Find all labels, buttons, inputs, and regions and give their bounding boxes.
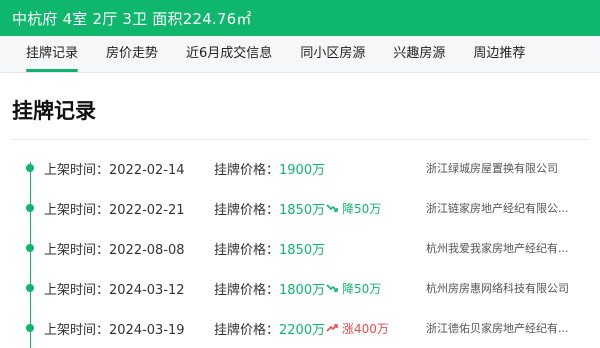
tab-nearby-recommend[interactable]: 周边推荐 <box>461 42 537 72</box>
listing-price-label: 挂牌价格： <box>214 242 280 258</box>
agency-name: 浙江绿城房屋置换有限公司 <box>426 162 558 175</box>
tab-same-community[interactable]: 同小区房源 <box>288 42 377 72</box>
listing-price: 2200万 <box>279 322 326 338</box>
listed-time-label: 上架时间： <box>44 282 110 298</box>
listing-price: 1900万 <box>279 162 326 178</box>
timeline-dot <box>26 244 34 252</box>
price-change: 降50万 <box>326 280 381 297</box>
price-change-text: 降50万 <box>342 281 382 296</box>
agency-name: 浙江德佑贝家房地产经纪有... <box>426 322 569 335</box>
listed-date: 2024-03-19 <box>109 322 185 338</box>
price-change: 涨400万 <box>326 320 389 337</box>
price-change-text: 涨400万 <box>342 321 389 336</box>
timeline-dot <box>26 324 34 332</box>
listing-price-label: 挂牌价格： <box>214 282 280 298</box>
agency-name: 浙江链家房地产经纪有限公... <box>426 202 569 215</box>
trend-down-icon <box>326 284 338 292</box>
trend-down-icon <box>326 204 338 212</box>
listed-time-label: 上架时间： <box>44 162 110 178</box>
listing-record-row: 上架时间：2024-03-19 挂牌价格：2200万 涨400万 浙江德佑贝家房… <box>10 308 590 348</box>
tab-recent-deals[interactable]: 近6月成交信息 <box>174 42 284 72</box>
listed-time-label: 上架时间： <box>44 322 110 338</box>
tab-price-trend[interactable]: 房价走势 <box>94 42 170 72</box>
listing-timeline: 上架时间：2022-02-14 挂牌价格：1900万 浙江绿城房屋置换有限公司 … <box>10 148 590 348</box>
agency-name: 杭州房房惠网络科技有限公司 <box>426 282 569 295</box>
listing-record-row: 上架时间：2024-03-12 挂牌价格：1800万 降50万 杭州房房惠网络科… <box>10 268 590 308</box>
timeline-dot <box>26 204 34 212</box>
tab-interested-listings[interactable]: 兴趣房源 <box>381 42 457 72</box>
timeline-dot <box>26 284 34 292</box>
listing-record-row: 上架时间：2022-02-21 挂牌价格：1850万 降50万 浙江链家房地产经… <box>10 188 590 228</box>
timeline-dot <box>26 164 34 172</box>
listing-price: 1850万 <box>279 242 326 258</box>
section-divider <box>10 139 590 140</box>
listed-time-label: 上架时间： <box>44 202 110 218</box>
listing-header: 中杭府 4室 2厅 3卫 面积224.76㎡ <box>0 0 600 36</box>
listed-time-label: 上架时间： <box>44 242 110 258</box>
agency-name: 杭州我爱我家房地产经纪有... <box>426 242 569 255</box>
listing-price: 1850万 <box>279 202 326 218</box>
listing-record-row: 上架时间：2022-02-14 挂牌价格：1900万 浙江绿城房屋置换有限公司 <box>10 148 590 188</box>
listed-date: 2022-08-08 <box>109 242 185 258</box>
listing-records-section: 挂牌记录 上架时间：2022-02-14 挂牌价格：1900万 浙江绿城房屋置换… <box>0 73 600 348</box>
listed-date: 2022-02-21 <box>109 202 185 218</box>
tab-listing-records[interactable]: 挂牌记录 <box>14 42 90 72</box>
listing-record-row: 上架时间：2022-08-08 挂牌价格：1850万 杭州我爱我家房地产经纪有.… <box>10 228 590 268</box>
price-change-text: 降50万 <box>342 201 382 216</box>
listing-price-label: 挂牌价格： <box>214 202 280 218</box>
listing-price-label: 挂牌价格： <box>214 162 280 178</box>
listed-date: 2024-03-12 <box>109 282 185 298</box>
listed-date: 2022-02-14 <box>109 162 185 178</box>
section-title: 挂牌记录 <box>12 99 96 123</box>
listing-title: 中杭府 4室 2厅 3卫 面积224.76㎡ <box>12 9 252 28</box>
trend-up-icon <box>326 324 338 332</box>
listing-price: 1800万 <box>279 282 326 298</box>
listing-price-label: 挂牌价格： <box>214 322 280 338</box>
price-change: 降50万 <box>326 200 381 217</box>
tab-bar: 挂牌记录 房价走势 近6月成交信息 同小区房源 兴趣房源 周边推荐 <box>0 36 600 73</box>
